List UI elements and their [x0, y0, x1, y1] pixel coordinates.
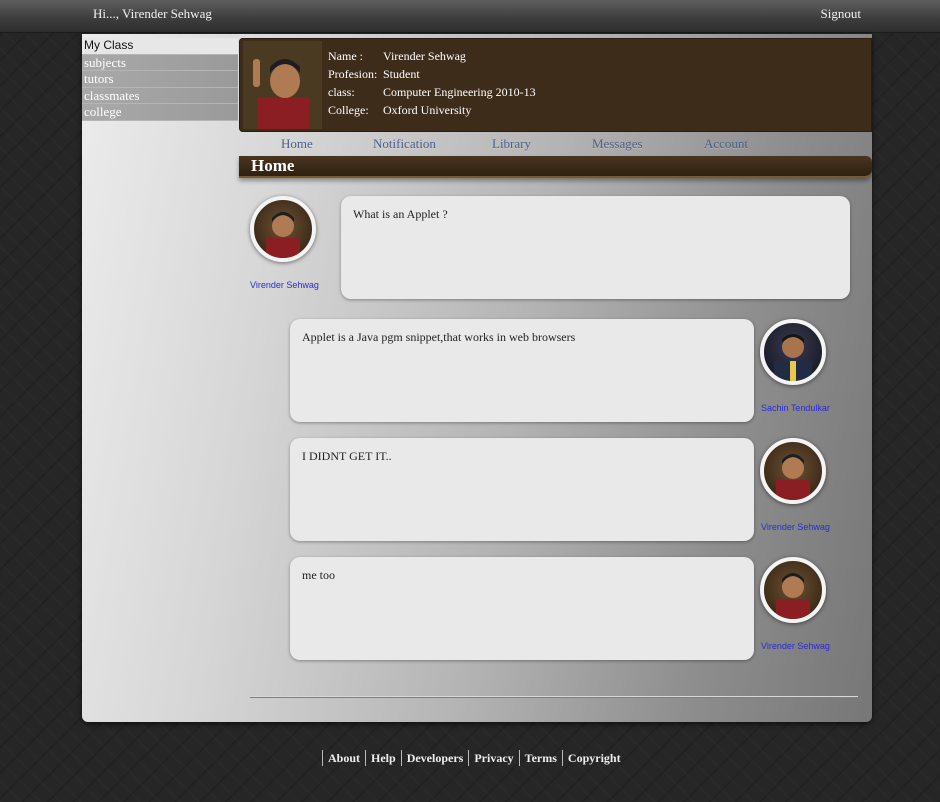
reply-text: me too [302, 568, 335, 582]
reply-bubble: Applet is a Java pgm snippet,that works … [290, 319, 754, 422]
post-author-link[interactable]: Virender Sehwag [250, 280, 319, 290]
reply-author-link[interactable]: Virender Sehwag [761, 641, 830, 651]
reply-text: I DIDNT GET IT.. [302, 449, 392, 463]
sidebar-menu: My Class subjects tutors classmates coll… [82, 38, 238, 121]
greeting-text: Hi..., Virender Sehwag [93, 6, 212, 21]
class-label: class: [328, 85, 355, 99]
footer-about-link[interactable]: About [322, 750, 365, 766]
profile-photo [243, 41, 322, 129]
sidebar-item-tutors[interactable]: tutors [82, 71, 238, 88]
post-text: What is an Applet ? [353, 207, 448, 221]
footer-help-link[interactable]: Help [365, 750, 401, 766]
sidebar-item-college[interactable]: college [82, 104, 238, 121]
name-value: Virender Sehwag [383, 49, 466, 63]
college-label: College: [328, 103, 369, 117]
main-nav: Home Notification Library Messages Accou… [239, 134, 872, 154]
profession-value: Student [383, 67, 420, 81]
section-header: Home [239, 156, 872, 178]
post-avatar[interactable] [250, 196, 316, 262]
footer-terms-link[interactable]: Terms [518, 750, 562, 766]
main-panel: My Class subjects tutors classmates coll… [82, 34, 872, 722]
nav-home[interactable]: Home [281, 136, 313, 152]
nav-messages[interactable]: Messages [592, 136, 643, 152]
class-value: Computer Engineering 2010-13 [383, 85, 536, 99]
profile-card: Name : Virender Sehwag Profesion: Student … [239, 38, 872, 132]
reply-author-link[interactable]: Virender Sehwag [761, 522, 830, 532]
footer-privacy-link[interactable]: Privacy [468, 750, 518, 766]
footer-copyright-link[interactable]: Copyright [561, 750, 626, 766]
reply-avatar[interactable] [760, 557, 826, 623]
name-label: Name : [328, 49, 363, 63]
reply-bubble: me too [290, 557, 754, 660]
content-divider [250, 696, 858, 697]
signout-link[interactable]: Signout [821, 6, 861, 22]
footer-developers-link[interactable]: Developers [400, 750, 469, 766]
reply-avatar[interactable] [760, 438, 826, 504]
profile-info: Name : Virender Sehwag Profesion: Student … [328, 47, 536, 119]
footer-links: About Help Developers Privacy Terms Copyright [322, 750, 626, 768]
sidebar-item-my-class[interactable]: My Class [82, 38, 238, 55]
sidebar-item-classmates[interactable]: classmates [82, 87, 238, 104]
nav-account[interactable]: Account [704, 136, 748, 152]
post-bubble: What is an Applet ? [341, 196, 850, 299]
top-bar: Hi..., Virender Sehwag Signout [0, 0, 940, 33]
reply-text: Applet is a Java pgm snippet,that works … [302, 330, 576, 344]
sidebar-item-subjects[interactable]: subjects [82, 54, 238, 71]
nav-notification[interactable]: Notification [373, 136, 436, 152]
reply-author-link[interactable]: Sachin Tendulkar [761, 403, 830, 413]
reply-avatar[interactable] [760, 319, 826, 385]
profession-label: Profesion: [328, 67, 378, 81]
section-title: Home [251, 156, 295, 175]
reply-bubble: I DIDNT GET IT.. [290, 438, 754, 541]
nav-library[interactable]: Library [492, 136, 531, 152]
college-value: Oxford University [383, 103, 472, 117]
